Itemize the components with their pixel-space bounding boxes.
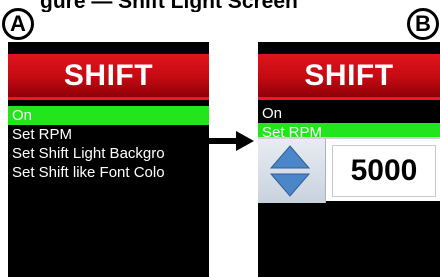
shift-menu: On Set RPM Set Shift Light Backgro Set S…	[8, 106, 209, 182]
rpm-value[interactable]: 5000	[332, 145, 436, 197]
menu-item-on[interactable]: On	[258, 104, 440, 123]
rpm-spinner	[258, 139, 326, 203]
shift-header: SHIFT	[8, 54, 209, 100]
panel-a-badge: A	[2, 8, 34, 40]
menu-item-set-shift-light-background[interactable]: Set Shift Light Backgro	[8, 144, 209, 163]
screen-b: SHIFT On Set RPM 5000	[258, 42, 440, 277]
menu-item-set-shift-like-font-color[interactable]: Set Shift like Font Colo	[8, 163, 209, 182]
shift-header: SHIFT	[258, 54, 440, 100]
menu-item-set-rpm[interactable]: Set RPM	[8, 125, 209, 144]
panel-b-badge: B	[407, 8, 439, 40]
rpm-entry-popup: 5000	[258, 137, 440, 203]
arrow-down-icon[interactable]	[268, 171, 312, 199]
figure-caption: gure — Shift Light Screen	[40, 0, 298, 12]
arrow-up-icon[interactable]	[268, 143, 312, 171]
right-arrow-icon	[202, 131, 254, 151]
menu-item-on[interactable]: On	[8, 106, 209, 125]
screen-a: SHIFT On Set RPM Set Shift Light Backgro…	[8, 42, 209, 277]
